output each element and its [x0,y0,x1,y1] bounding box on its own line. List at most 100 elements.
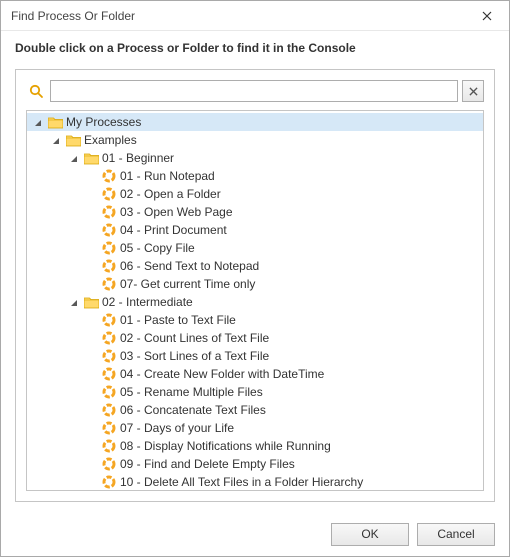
close-button[interactable] [464,1,509,31]
node-label: 10 - Delete All Text Files in a Folder H… [120,475,363,489]
process-icon [101,402,117,418]
expander-spacer [85,187,99,201]
expander-spacer [85,223,99,237]
node-label: 06 - Send Text to Notepad [120,259,259,273]
instruction-text: Double click on a Process or Folder to f… [1,31,509,63]
expander-spacer [85,367,99,381]
dialog-window: Find Process Or Folder Double click on a… [0,0,510,557]
expander-spacer [85,385,99,399]
process-icon [101,222,117,238]
expander-icon[interactable] [67,295,81,309]
process-icon [101,384,117,400]
tree-process[interactable]: 06 - Send Text to Notepad [27,257,483,275]
expander-spacer [85,169,99,183]
main-panel: My Processes Examples 01 - Beginner 01 - Ru… [15,69,495,502]
node-label: 07- Get current Time only [120,277,255,291]
process-icon [101,366,117,382]
node-label: 06 - Concatenate Text Files [120,403,266,417]
expander-icon[interactable] [49,133,63,147]
cancel-button[interactable]: Cancel [417,523,495,546]
node-label: 05 - Rename Multiple Files [120,385,263,399]
expander-spacer [85,421,99,435]
tree-process[interactable]: 01 - Run Notepad [27,167,483,185]
expander-icon[interactable] [31,115,45,129]
folder-icon [65,132,81,148]
expander-spacer [85,457,99,471]
process-icon [101,474,117,490]
node-label: 01 - Paste to Text File [120,313,236,327]
node-label: 09 - Find and Delete Empty Files [120,457,295,471]
close-icon [482,11,492,21]
search-row [16,70,494,110]
tree-process[interactable]: 03 - Open Web Page [27,203,483,221]
tree-process[interactable]: 04 - Print Document [27,221,483,239]
expander-spacer [85,439,99,453]
clear-search-button[interactable] [462,80,484,102]
tree-process[interactable]: 07 - Days of your Life [27,419,483,437]
ok-button[interactable]: OK [331,523,409,546]
process-icon [101,186,117,202]
node-label: 08 - Display Notifications while Running [120,439,331,453]
process-icon [101,312,117,328]
process-icon [101,420,117,436]
node-label: 04 - Print Document [120,223,227,237]
tree-process[interactable]: 09 - Find and Delete Empty Files [27,455,483,473]
process-icon [101,258,117,274]
tree-process[interactable]: 06 - Concatenate Text Files [27,401,483,419]
node-label: 02 - Intermediate [102,295,193,309]
expander-spacer [85,277,99,291]
tree-folder[interactable]: 01 - Beginner [27,149,483,167]
expander-spacer [85,259,99,273]
node-label: 03 - Sort Lines of a Text File [120,349,269,363]
tree-process[interactable]: 10 - Delete All Text Files in a Folder H… [27,473,483,490]
process-icon [101,348,117,364]
process-icon [101,168,117,184]
tree-folder[interactable]: Examples [27,131,483,149]
process-icon [101,330,117,346]
folder-icon [47,114,63,130]
tree-container: My Processes Examples 01 - Beginner 01 - Ru… [26,110,484,491]
folder-icon [83,294,99,310]
expander-spacer [85,313,99,327]
node-label: 02 - Count Lines of Text File [120,331,269,345]
titlebar: Find Process Or Folder [1,1,509,31]
expander-spacer [85,205,99,219]
tree-process[interactable]: 02 - Count Lines of Text File [27,329,483,347]
tree-process[interactable]: 07- Get current Time only [27,275,483,293]
node-label: 02 - Open a Folder [120,187,221,201]
search-input[interactable] [50,80,458,102]
tree-process[interactable]: 05 - Rename Multiple Files [27,383,483,401]
expander-spacer [85,241,99,255]
tree-process[interactable]: 01 - Paste to Text File [27,311,483,329]
process-icon [101,456,117,472]
search-icon [26,81,46,101]
tree-process[interactable]: 08 - Display Notifications while Running [27,437,483,455]
folder-icon [83,150,99,166]
process-tree[interactable]: My Processes Examples 01 - Beginner 01 - Ru… [27,111,483,490]
node-label: My Processes [66,115,141,129]
node-label: 01 - Beginner [102,151,174,165]
node-label: 01 - Run Notepad [120,169,215,183]
expander-spacer [85,475,99,489]
window-title: Find Process Or Folder [11,9,464,23]
tree-process[interactable]: 04 - Create New Folder with DateTime [27,365,483,383]
process-icon [101,240,117,256]
expander-spacer [85,403,99,417]
expander-spacer [85,349,99,363]
process-icon [101,438,117,454]
tree-folder-root[interactable]: My Processes [27,113,483,131]
expander-icon[interactable] [67,151,81,165]
tree-folder[interactable]: 02 - Intermediate [27,293,483,311]
process-icon [101,276,117,292]
node-label: 03 - Open Web Page [120,205,233,219]
tree-process[interactable]: 02 - Open a Folder [27,185,483,203]
node-label: 07 - Days of your Life [120,421,234,435]
node-label: 04 - Create New Folder with DateTime [120,367,324,381]
tree-process[interactable]: 03 - Sort Lines of a Text File [27,347,483,365]
node-label: 05 - Copy File [120,241,195,255]
node-label: Examples [84,133,137,147]
process-icon [101,204,117,220]
expander-spacer [85,331,99,345]
tree-process[interactable]: 05 - Copy File [27,239,483,257]
dialog-buttons: OK Cancel [1,512,509,556]
